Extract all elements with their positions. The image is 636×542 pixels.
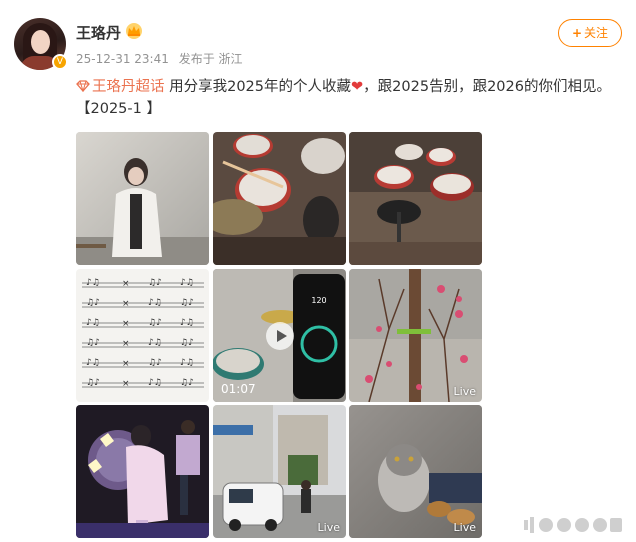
svg-text:♪♫: ♪♫ [180,278,194,288]
svg-text:♪♫: ♪♫ [148,298,162,308]
svg-text:♫♪: ♫♪ [180,378,194,388]
post-header: V 王珞丹 25-12-31 23:41 发布于 浙江 + 关注 [14,16,622,72]
post-text-part1: 用分享我2025年的个人收藏 [169,79,352,95]
svg-text:♫♪: ♫♪ [148,278,162,288]
svg-text:♪♫: ♪♫ [86,358,100,368]
live-badge: Live [317,521,340,534]
post-meta: 25-12-31 23:41 发布于 浙江 [76,50,249,67]
svg-text:×: × [122,279,130,289]
follow-label: 关注 [584,26,609,40]
video-duration: 01:07 [221,382,256,396]
svg-text:♫♪: ♫♪ [86,338,100,348]
svg-text:♫♪: ♫♪ [148,358,162,368]
svg-text:♫♪: ♫♪ [148,318,162,328]
follow-button[interactable]: + 关注 [558,19,622,47]
photo-5[interactable]: 120 01:07 [213,269,346,402]
svg-text:♪♫: ♪♫ [86,318,100,328]
verified-badge-icon: V [52,54,68,70]
live-badge: Live [453,385,476,398]
svg-text:♪♫: ♪♫ [148,378,162,388]
post-source: 发布于 浙江 [178,52,243,66]
play-icon[interactable] [266,322,294,350]
svg-text:×: × [122,379,130,389]
watermark [524,517,622,533]
photo-8[interactable]: Live [213,405,346,538]
photo-7[interactable] [76,405,209,538]
heart-emoji-icon: ❤ [351,79,364,95]
plus-icon: + [571,26,583,40]
post-text: 王珞丹超话 用分享我2025年的个人收藏❤，跟2025告别，跟2026的你们相见… [76,76,616,120]
topic-diamond-icon [76,80,90,92]
svg-text:♫♪: ♫♪ [180,338,194,348]
svg-text:♪♫: ♪♫ [180,318,194,328]
topic-link[interactable]: 王珞丹超话 [76,79,169,95]
bpm-readout: 120 [311,296,326,305]
svg-text:♫♪: ♫♪ [180,298,194,308]
svg-text:×: × [122,359,130,369]
vip-crown-icon [126,23,142,39]
image-grid: ♪♫ × ♫♪ ♪♫ ♫♪ × ♪♫ ♫♪ ♪♫ × ♫♪ ♪♫ ♫♪ × ♪♫ ♫♪ ♪♫ × ♫♪ ♪♫ … [76,132,482,538]
topic-label: 王珞丹超话 [92,79,165,95]
svg-text:♪♫: ♪♫ [180,358,194,368]
photo-4[interactable]: ♪♫ × ♫♪ ♪♫ ♫♪ × ♪♫ ♫♪ ♪♫ × ♫♪ ♪♫ ♫♪ × ♪♫ ♫♪ ♪♫ × ♫♪ ♪♫ … [76,269,209,402]
photo-9[interactable]: Live [349,405,482,538]
photo-2[interactable] [213,132,346,265]
svg-text:♫♪: ♫♪ [86,298,100,308]
svg-text:×: × [122,299,130,309]
photo-3[interactable] [349,132,482,265]
svg-text:♪♫: ♪♫ [148,338,162,348]
svg-text:×: × [122,339,130,349]
svg-text:×: × [122,319,130,329]
live-badge: Live [453,521,476,534]
photo-6[interactable]: Live [349,269,482,402]
timestamp[interactable]: 25-12-31 23:41 [76,52,169,66]
svg-text:♪♫: ♪♫ [86,278,100,288]
photo-1[interactable] [76,132,209,265]
username[interactable]: 王珞丹 [76,22,121,43]
svg-text:♫♪: ♫♪ [86,378,100,388]
